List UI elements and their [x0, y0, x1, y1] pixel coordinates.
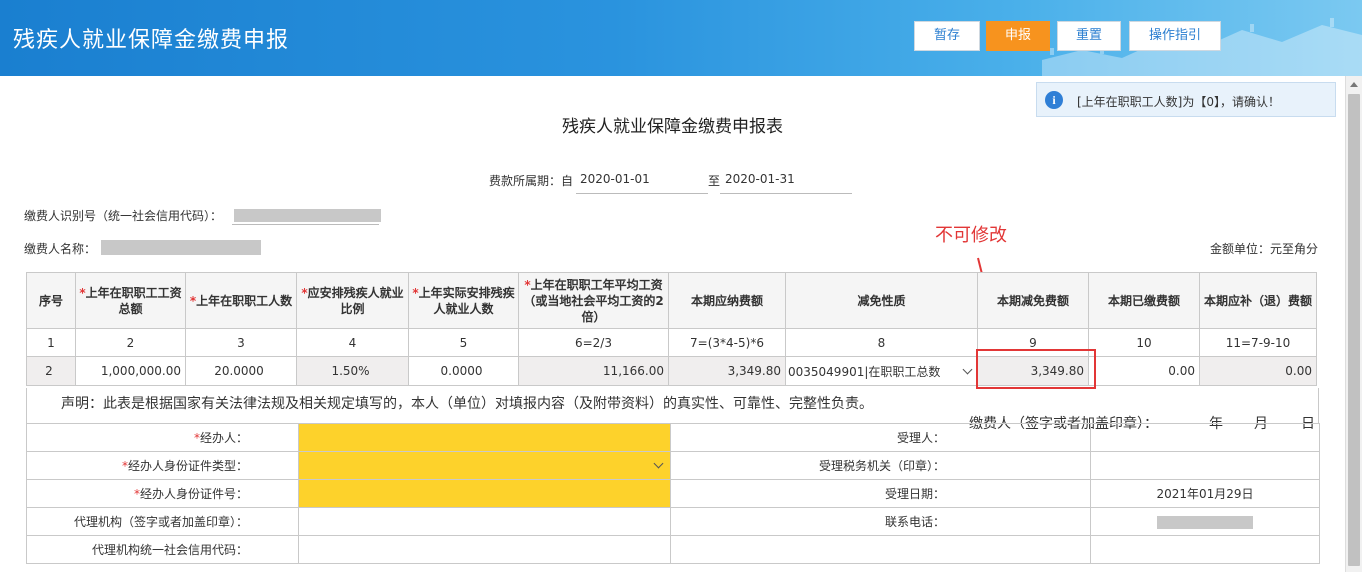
index-cell: 11=7-9-10 — [1199, 328, 1317, 357]
index-cell: 2 — [75, 328, 186, 357]
scroll-up-arrow-icon[interactable] — [1350, 82, 1358, 87]
accept-date-value: 2021年01月29日 — [1090, 479, 1320, 508]
column-header: 序号 — [26, 272, 76, 329]
paid-amount-cell: 0.00 — [1088, 356, 1200, 386]
empty-cell — [670, 535, 1091, 564]
app-header: 残疾人就业保障金缴费申报 暂存 申报 重置 操作指引 — [0, 0, 1362, 76]
chevron-down-icon — [653, 458, 664, 469]
column-header: *应安排残疾人就业比例 — [296, 272, 409, 329]
handler-input[interactable] — [298, 423, 671, 452]
accept-date-label: 受理日期： — [670, 479, 1091, 508]
reset-button[interactable]: 重置 — [1057, 21, 1121, 51]
app-title: 残疾人就业保障金缴费申报 — [13, 28, 290, 53]
table-index-row: 1 2 3 4 5 6=2/3 7=(3*4-5)*6 8 9 10 11=7-9-10 — [26, 328, 1317, 357]
column-header: *上年在职职工年平均工资（或当地社会平均工资的2倍） — [518, 272, 669, 329]
agency-input[interactable] — [298, 507, 671, 536]
column-header: *上年实际安排残疾人就业人数 — [408, 272, 519, 329]
payable-cell: 3,349.80 — [668, 356, 786, 386]
handler-id-no-input[interactable] — [298, 479, 671, 508]
agency-code-label: 代理机构统一社会信用代码： — [26, 535, 299, 564]
agency-code-input[interactable] — [298, 535, 671, 564]
column-header: 减免性质 — [785, 272, 978, 329]
handler-id-type-select[interactable] — [298, 451, 671, 480]
column-header: 本期应补（退）费额 — [1199, 272, 1317, 329]
handler-id-type-label: *经办人身份证件类型： — [26, 451, 299, 480]
annotation-highlight-box — [976, 349, 1096, 389]
column-header: 本期应纳费额 — [668, 272, 786, 329]
receiver-value — [1090, 423, 1320, 452]
chevron-down-icon — [962, 364, 973, 375]
phone-value — [1090, 507, 1320, 536]
index-cell: 4 — [296, 328, 409, 357]
handler-table: *经办人： 受理人： *经办人身份证件类型： 受理税务机关（印章）： *经办人身… — [26, 423, 1320, 564]
column-header: *上年在职职工人数 — [185, 272, 297, 329]
tax-office-label: 受理税务机关（印章）： — [670, 451, 1091, 480]
index-cell: 6=2/3 — [518, 328, 669, 357]
index-cell: 8 — [785, 328, 978, 357]
index-cell: 7=(3*4-5)*6 — [668, 328, 786, 357]
table-header-row: 序号 *上年在职职工工资总额 *上年在职职工人数 *应安排残疾人就业比例 *上年实际安排… — [26, 272, 1317, 329]
balance-cell: 0.00 — [1199, 356, 1317, 386]
column-header: 本期减免费额 — [977, 272, 1089, 329]
column-header: 本期已缴费额 — [1088, 272, 1200, 329]
column-header: *上年在职职工工资总额 — [75, 272, 186, 329]
phone-redacted — [1157, 515, 1253, 529]
form-content: i [上年在职职工人数]为【0】，请确认！ 残疾人就业保障金缴费申报表 费款所属… — [0, 76, 1345, 572]
handler-label: *经办人： — [26, 423, 299, 452]
cell-row-number: 2 — [26, 356, 76, 386]
declaration-text: 声明：此表是根据国家有关法律法规及相关规定填写的，本人（单位）对填报内容（及附带… — [61, 396, 873, 412]
empty-cell — [1090, 535, 1320, 564]
relief-type-value: 0035049901|在职职工总数 — [788, 364, 941, 379]
tax-office-value — [1090, 451, 1320, 480]
ratio-cell: 1.50% — [296, 356, 409, 386]
index-cell: 5 — [408, 328, 519, 357]
salary-total-input[interactable]: 1,000,000.00 — [75, 356, 186, 386]
scroll-thumb[interactable] — [1348, 94, 1360, 566]
submit-button[interactable]: 申报 — [986, 21, 1050, 51]
employee-count-input[interactable]: 20.0000 — [185, 356, 297, 386]
handler-id-no-label: *经办人身份证件号： — [26, 479, 299, 508]
guide-button[interactable]: 操作指引 — [1129, 21, 1221, 51]
save-draft-button[interactable]: 暂存 — [914, 21, 980, 51]
declaration-block: 声明：此表是根据国家有关法律法规及相关规定填写的，本人（单位）对填报内容（及附带… — [26, 388, 1319, 432]
index-cell: 10 — [1088, 328, 1200, 357]
phone-label: 联系电话： — [670, 507, 1091, 536]
vertical-scrollbar[interactable] — [1345, 76, 1362, 572]
avg-salary-cell: 11,166.00 — [518, 356, 669, 386]
relief-type-select[interactable]: 0035049901|在职职工总数 — [785, 356, 978, 386]
index-cell: 3 — [185, 328, 297, 357]
table-data-row: 2 1,000,000.00 20.0000 1.50% 0.0000 11,1… — [26, 356, 1317, 386]
receiver-label: 受理人： — [670, 423, 1091, 452]
fee-table: 序号 *上年在职职工工资总额 *上年在职职工人数 *应安排残疾人就业比例 *上年实际安排… — [26, 272, 1317, 386]
index-cell: 1 — [26, 328, 76, 357]
disabled-count-input[interactable]: 0.0000 — [408, 356, 519, 386]
agency-label: 代理机构（签字或者加盖印章）： — [26, 507, 299, 536]
